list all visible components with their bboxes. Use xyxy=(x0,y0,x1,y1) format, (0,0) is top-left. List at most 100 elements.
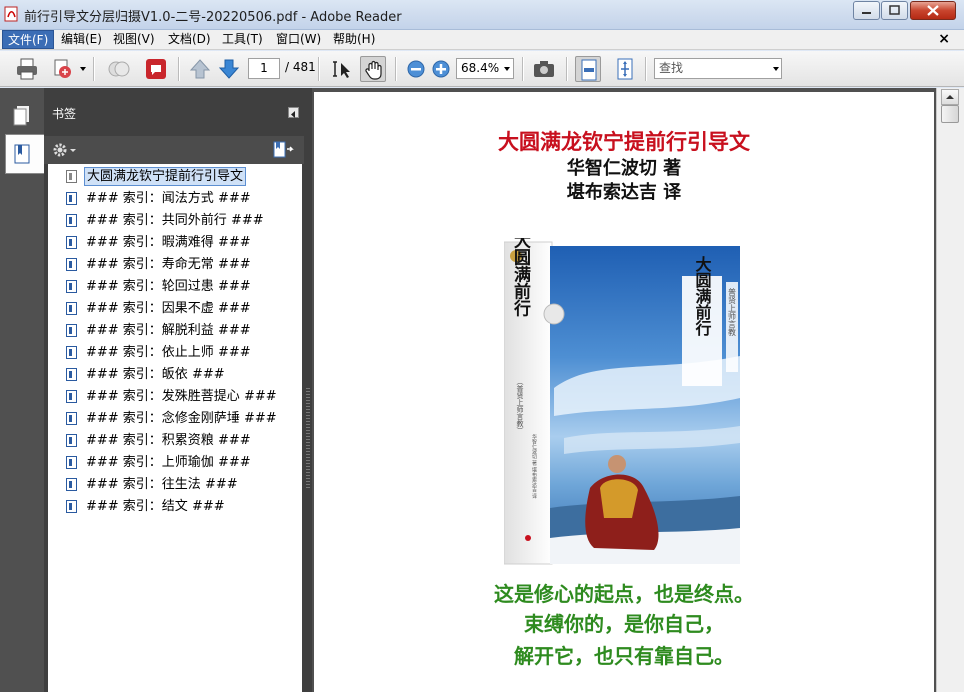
cover-series: 普贤上师言教 xyxy=(728,287,737,337)
maximize-button[interactable] xyxy=(881,1,908,20)
bookmark-label: ### 索引：发殊胜菩提心 ### xyxy=(86,389,277,404)
bookmark-icon xyxy=(66,346,77,359)
cover-title-right: 大圆满前行 xyxy=(693,255,713,337)
menu-edit[interactable]: 编辑(E) xyxy=(56,30,107,49)
quote-line-1: 这是修心的起点，也是终点。 xyxy=(494,582,754,606)
print-button[interactable] xyxy=(14,56,40,82)
bookmark-label: ### 索引：轮回过患 ### xyxy=(86,279,251,294)
bookmark-label: ### 索引：共同外前行 ### xyxy=(86,213,264,228)
close-document-button[interactable]: × xyxy=(938,31,950,47)
bookmark-label: ### 索引：依止上师 ### xyxy=(86,345,251,360)
snapshot-icon xyxy=(534,61,554,77)
document-title: 大圆满龙钦宁提前行引导文 xyxy=(498,129,750,154)
toolbar-separator xyxy=(522,57,523,81)
bookmark-icon xyxy=(66,302,77,315)
menu-window[interactable]: 窗口(W) xyxy=(271,30,326,49)
book-cover-image: 大圆满前行 普贤上师言教 大圆满前行 （普贤上师言教） 华智仁波切 著 堪布索达… xyxy=(504,238,740,565)
bookmark-label: ### 索引：念修金刚萨埵 ### xyxy=(86,411,277,426)
panel-splitter[interactable] xyxy=(304,88,312,692)
page-total: / 481 xyxy=(285,60,316,74)
panel-header: 书签 xyxy=(44,88,304,136)
gear-icon[interactable] xyxy=(52,142,78,158)
comment-button[interactable] xyxy=(143,56,169,82)
chevron-left-icon xyxy=(291,111,295,118)
scrollbar-thumb[interactable] xyxy=(941,105,959,123)
search-input[interactable]: 查找 xyxy=(654,58,782,79)
bookmark-label: ### 索引：因果不虚 ### xyxy=(86,301,251,316)
menu-document[interactable]: 文档(D) xyxy=(163,30,216,49)
collapse-panel-button[interactable] xyxy=(288,107,299,118)
bookmark-icon xyxy=(66,280,77,293)
scroll-mode-button[interactable] xyxy=(575,56,601,82)
comment-icon xyxy=(146,59,166,79)
menu-help[interactable]: 帮助(H) xyxy=(328,30,380,49)
bookmark-icon xyxy=(66,390,77,403)
toolbar-separator xyxy=(566,57,567,81)
toolbar-separator xyxy=(395,57,396,81)
menu-view[interactable]: 视图(V) xyxy=(108,30,160,49)
fit-page-button[interactable] xyxy=(612,56,638,82)
hand-tool-button[interactable] xyxy=(360,56,386,82)
bookmark-icon xyxy=(66,214,77,227)
create-pdf-icon xyxy=(54,59,71,78)
page-number-input[interactable]: 1 xyxy=(248,58,280,79)
bookmark-icon xyxy=(66,500,77,513)
pages-panel-button[interactable] xyxy=(4,96,40,136)
previous-page-button[interactable] xyxy=(187,56,213,82)
minimize-button[interactable] xyxy=(853,1,880,20)
create-pdf-dropdown-arrow[interactable] xyxy=(80,67,86,71)
bookmark-label: 大圆满龙钦宁提前行引导文 xyxy=(84,167,247,186)
bookmark-label: ### 索引：寿命无常 ### xyxy=(86,257,251,272)
quote-line-3: 解开它，也只有靠自己。 xyxy=(514,644,734,668)
toolbar-separator xyxy=(93,57,94,81)
bookmark-label: ### 索引：结文 ### xyxy=(86,499,225,514)
scroll-up-button[interactable] xyxy=(941,89,959,105)
toolbar-separator xyxy=(318,57,319,81)
vertical-scrollbar[interactable] xyxy=(936,88,964,692)
window-title: 前行引导文分层归摄V1.0-二号-20220506.pdf - Adobe Re… xyxy=(24,10,402,25)
pages-icon xyxy=(13,106,29,126)
bookmark-label: ### 索引：皈依 ### xyxy=(86,367,225,382)
select-tool-icon xyxy=(333,61,350,78)
select-tool-button[interactable] xyxy=(328,56,354,82)
menu-bar: 文件(F) 编辑(E) 视图(V) 文档(D) 工具(T) 窗口(W) 帮助(H… xyxy=(0,30,964,50)
share-icon xyxy=(108,61,130,77)
zoom-out-button[interactable] xyxy=(403,56,429,82)
bookmarks-toolbar xyxy=(44,136,304,164)
fit-page-icon xyxy=(617,58,633,80)
zoom-in-button[interactable] xyxy=(428,56,454,82)
adobe-reader-icon xyxy=(4,6,18,22)
bookmark-label: ### 索引：积累资粮 ### xyxy=(86,433,251,448)
cover-title-spine: 大圆满前行 xyxy=(510,238,532,317)
zoom-dropdown-arrow[interactable] xyxy=(504,67,510,71)
toolbar-separator xyxy=(178,57,179,81)
bookmarks-icon xyxy=(14,144,30,164)
panel-title: 书签 xyxy=(52,107,77,121)
bookmarks-panel: 书签 大圆满龙钦宁提前行引导文 ### 索引：闻法方式 ### ### 索引：共同外… xyxy=(44,88,304,692)
bookmark-label: ### 索引：闻法方式 ### xyxy=(86,191,251,206)
toolbar-separator xyxy=(645,57,646,81)
bookmarks-panel-button[interactable] xyxy=(5,134,45,174)
menu-file[interactable]: 文件(F) xyxy=(2,30,55,49)
navigation-rail xyxy=(0,88,45,692)
snapshot-button[interactable] xyxy=(531,56,557,82)
share-button[interactable] xyxy=(106,56,132,82)
pdf-page: 大圆满龙钦宁提前行引导文 华智仁波切 著 堪布索达吉 译 大圆满前行 普贤上师言… xyxy=(314,92,934,692)
quote-line-2: 束缚你的，是你自己， xyxy=(524,612,724,636)
splitter-grip[interactable] xyxy=(306,388,310,488)
menu-tools[interactable]: 工具(T) xyxy=(217,30,268,49)
close-button[interactable] xyxy=(910,1,956,20)
bookmark-icon xyxy=(66,192,77,205)
next-page-icon xyxy=(218,59,240,79)
title-bar: 前行引导文分层归摄V1.0-二号-20220506.pdf - Adobe Re… xyxy=(0,0,964,30)
next-page-button[interactable] xyxy=(216,56,242,82)
new-bookmark-icon[interactable] xyxy=(272,140,294,160)
search-dropdown-arrow[interactable] xyxy=(773,67,779,71)
bookmark-icon xyxy=(66,236,77,249)
hand-tool-icon xyxy=(365,60,382,80)
create-pdf-button[interactable] xyxy=(50,56,76,82)
cover-spine-authors: 华智仁波切 著 堪布索达吉 译 xyxy=(531,433,537,500)
document-viewport[interactable]: 大圆满龙钦宁提前行引导文 华智仁波切 著 堪布索达吉 译 大圆满前行 普贤上师言… xyxy=(312,88,936,692)
bookmark-icon xyxy=(66,456,77,469)
bookmark-label: ### 索引：暇满难得 ### xyxy=(86,235,251,250)
